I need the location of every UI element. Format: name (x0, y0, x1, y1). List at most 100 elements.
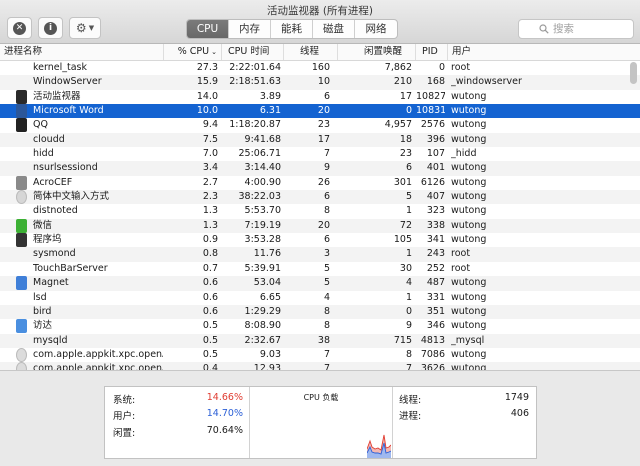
activity-monitor-icon (16, 89, 27, 104)
tab-2[interactable]: 能耗 (271, 20, 313, 38)
process-row[interactable]: 活动监视器 14.0 3.89 6 17 10827 wutong (0, 89, 640, 104)
tab-1[interactable]: 内存 (229, 20, 271, 38)
column-header-pid[interactable]: PID (416, 44, 448, 60)
process-row[interactable]: 访达 0.5 8:08.90 8 9 346 wutong (0, 319, 640, 334)
process-row[interactable]: bird 0.6 1:29.29 8 0 351 wutong (0, 304, 640, 320)
thread-count: 9 (323, 162, 330, 174)
process-name: 活动监视器 (33, 90, 81, 102)
process-name: bird (33, 305, 52, 317)
idle-wakeups: 23 (399, 148, 412, 160)
threads-value: 1749 (504, 392, 529, 403)
sort-descending-icon: ⌄ (211, 48, 217, 56)
cpu-time: 2:22:01.64 (229, 62, 281, 73)
pid: 487 (426, 277, 445, 289)
search-input[interactable]: 搜索 (518, 19, 634, 39)
tab-0[interactable]: CPU (187, 20, 229, 38)
cpu-time: 25:06.71 (238, 148, 282, 160)
scrollbar-thumb[interactable] (630, 62, 637, 84)
idle-wakeups: 210 (393, 76, 412, 88)
inspect-process-button[interactable]: i (38, 17, 63, 39)
user: wutong (451, 234, 487, 246)
cpu-percent: 10.0 (196, 105, 218, 117)
process-name: mysqld (33, 334, 68, 346)
idle-wakeups: 4,957 (384, 119, 412, 131)
cpu-percent: 15.9 (196, 76, 218, 88)
pid: 7086 (420, 348, 445, 360)
thread-count: 8 (323, 320, 330, 332)
process-row[interactable]: kernel_task 27.3 2:22:01.64 160 7,862 0 root (0, 61, 640, 75)
thread-count: 4 (323, 291, 330, 303)
thread-count: 20 (317, 105, 330, 117)
cpu-percent: 7.5 (202, 133, 218, 145)
cpu-percent: 3.4 (202, 162, 218, 174)
process-row[interactable]: WindowServer 15.9 2:18:51.63 10 210 168 _windo… (0, 75, 640, 90)
process-row[interactable]: Microsoft Word 10.0 6.31 20 0 10831 wutong (0, 104, 640, 119)
pid: 168 (426, 76, 445, 88)
pid: 0 (438, 62, 445, 73)
cpu-percent: 2.7 (202, 176, 218, 188)
close-icon: ✕ (13, 21, 26, 35)
process-row[interactable]: mysqld 0.5 2:32.67 38 715 4813 _mysql (0, 333, 640, 348)
process-name: 访达 (33, 320, 53, 332)
process-name: nsurlsessiond (33, 162, 98, 174)
column-header-threads[interactable]: 线程 (284, 44, 338, 60)
action-menu-button[interactable]: ⚙ ▼ (69, 17, 101, 39)
cpu-time: 5:39.91 (244, 262, 281, 274)
process-row[interactable]: com.apple.appkit.xpc.openA... 0.5 9.03 7 8 70… (0, 347, 640, 362)
input-method-icon (16, 190, 27, 205)
process-row[interactable]: QQ 9.4 1:18:20.87 23 4,957 2576 wutong (0, 118, 640, 133)
gear-icon: ⚙ (75, 21, 87, 35)
app-icon (16, 347, 27, 362)
process-row[interactable]: distnoted 1.3 5:53.70 8 1 323 wutong (0, 204, 640, 218)
cpu-time: 9:41.68 (244, 133, 281, 145)
thread-count: 8 (323, 205, 330, 217)
cpu-time: 1:18:20.87 (229, 119, 281, 131)
cpu-stats-box: 系统: 14.66% 用户: 14.70% 闲置: 70.64% CPU 负载 … (104, 386, 537, 459)
thread-count: 7 (323, 348, 330, 360)
cpu-time: 8:08.90 (244, 320, 281, 332)
idle-wakeups: 9 (405, 320, 412, 332)
tab-4[interactable]: 网络 (355, 20, 397, 38)
thread-count: 7 (323, 148, 330, 160)
cpu-time: 53.04 (253, 277, 281, 289)
tab-3[interactable]: 磁盘 (313, 20, 355, 38)
column-header-user[interactable]: 用户 (448, 44, 628, 60)
process-row[interactable]: TouchBarServer 0.7 5:39.91 5 30 252 root (0, 262, 640, 276)
process-row[interactable]: 简体中文输入方式 2.3 38:22.03 6 5 407 wutong (0, 190, 640, 205)
cpu-time: 5:53.70 (244, 205, 281, 217)
process-row[interactable]: AcroCEF 2.7 4:00.90 26 301 6126 wutong (0, 175, 640, 190)
thread-count: 3 (323, 248, 330, 260)
user-value: 14.70% (206, 408, 243, 419)
pid: 252 (426, 262, 445, 274)
process-name: 简体中文输入方式 (33, 191, 110, 203)
process-row[interactable]: cloudd 7.5 9:41.68 17 18 396 wutong (0, 132, 640, 148)
cpu-percent: 0.9 (202, 234, 218, 246)
pid: 2576 (420, 119, 445, 131)
column-header-cpu[interactable]: % CPU ⌄ (164, 44, 222, 60)
process-row[interactable]: Magnet 0.6 53.04 5 4 487 wutong (0, 276, 640, 291)
column-header-cpu-time[interactable]: CPU 时间 (222, 44, 284, 60)
column-header-name[interactable]: 进程名称 (4, 44, 164, 60)
cpu-time: 6.65 (259, 291, 281, 303)
process-row[interactable]: lsd 0.6 6.65 4 1 331 wutong (0, 291, 640, 305)
thread-count: 10 (317, 76, 330, 88)
column-header-idle-wakeups[interactable]: 闲置唤醒 (338, 44, 416, 60)
cpu-time: 7:19.19 (244, 219, 281, 231)
stop-process-button[interactable]: ✕ (7, 17, 32, 39)
process-row[interactable]: nsurlsessiond 3.4 3:14.40 9 6 401 wutong (0, 161, 640, 176)
pid: 6126 (420, 176, 445, 188)
process-row[interactable]: hidd 7.0 25:06.71 7 23 107 _hidd (0, 147, 640, 161)
process-row[interactable]: sysmond 0.8 11.76 3 1 243 root (0, 247, 640, 262)
thread-count: 20 (317, 219, 330, 231)
idle-wakeups: 6 (405, 162, 412, 174)
idle-wakeups: 72 (399, 219, 412, 231)
user: wutong (451, 105, 487, 117)
cpu-percent: 27.3 (196, 62, 218, 73)
process-row[interactable]: 微信 1.3 7:19.19 20 72 338 wutong (0, 218, 640, 234)
title-bar: 活动监视器 (所有进程) ✕ i ⚙ ▼ CPU 内存 能耗 磁盘 网络 搜索 (0, 0, 640, 44)
cpu-percent: 0.7 (202, 262, 218, 274)
cpu-time: 3:14.40 (244, 162, 281, 174)
process-name: QQ (33, 119, 48, 131)
process-row[interactable]: 程序坞 0.9 3:53.28 6 105 341 wutong (0, 233, 640, 248)
cpu-load-graph (367, 434, 391, 458)
